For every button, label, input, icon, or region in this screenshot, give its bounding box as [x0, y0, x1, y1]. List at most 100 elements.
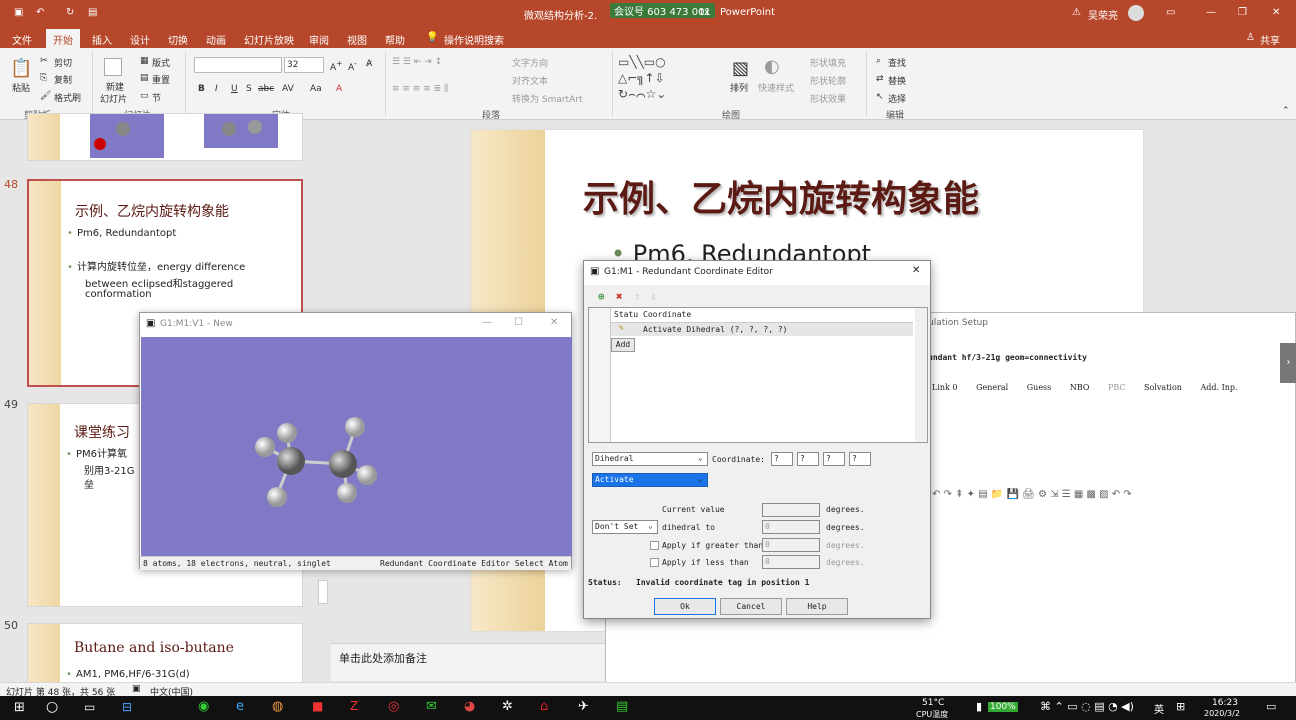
tab-insert[interactable]: 插入	[92, 32, 112, 47]
wechat-icon[interactable]: ✉	[426, 699, 437, 714]
reset-button[interactable]: 重置	[152, 73, 170, 86]
tell-me-search[interactable]: 操作说明搜索	[444, 32, 504, 47]
align-text-button[interactable]: 对齐文本	[512, 74, 548, 87]
chrome-icon[interactable]: ◍	[272, 699, 283, 714]
cut-button[interactable]: 剪切	[54, 56, 72, 69]
clock-date[interactable]: 2020/3/2	[1204, 709, 1240, 719]
table-row[interactable]: ✎ Activate Dihedral (?, ?, ?, ?)	[611, 322, 913, 336]
avatar[interactable]	[1128, 5, 1144, 21]
align-icons[interactable]: ≡ ≡ ≡ ≡ ≣ ⫼	[392, 84, 448, 94]
find-button[interactable]: 查找	[888, 56, 906, 69]
editor-titlebar[interactable]: ▣ G1:M1 - Redundant Coordinate Editor ✕	[584, 261, 930, 285]
tab-design[interactable]: 设计	[130, 32, 150, 47]
redundant-coordinate-editor[interactable]: ▣ G1:M1 - Redundant Coordinate Editor ✕ …	[583, 260, 931, 619]
paste-button[interactable]: 粘贴	[12, 81, 30, 94]
ime-indicator[interactable]: 英	[1154, 701, 1164, 716]
coord-atom-3[interactable]: ?	[823, 452, 845, 466]
tab-guess[interactable]: Guess	[1027, 383, 1052, 392]
change-case-button[interactable]: Aa	[310, 84, 322, 94]
help-button[interactable]: Help	[786, 598, 848, 615]
table-scrollbar[interactable]	[915, 308, 927, 442]
font-size-combo[interactable]: 32	[284, 57, 324, 73]
section-button[interactable]: 节	[152, 91, 161, 104]
side-arrow-button[interactable]: ›	[1280, 343, 1296, 383]
quick-styles-icon[interactable]: ◐	[764, 56, 780, 77]
apply-greater-checkbox[interactable]	[650, 541, 659, 550]
app-green-icon[interactable]: ◉	[198, 699, 209, 714]
italic-button[interactable]: I	[215, 84, 218, 94]
filezilla-icon[interactable]: Z	[350, 699, 358, 713]
tab-transitions[interactable]: 切换	[168, 32, 188, 47]
notifications-icon[interactable]: ▭	[1266, 700, 1276, 713]
quick-styles-button[interactable]: 快速样式	[758, 81, 794, 94]
paste-icon[interactable]: 📋	[10, 58, 32, 79]
apply-less-checkbox[interactable]	[650, 558, 659, 567]
tab-slideshow[interactable]: 幻灯片放映	[244, 32, 294, 47]
share-button[interactable]: 共享	[1260, 32, 1280, 47]
coord-atom-2[interactable]: ?	[797, 452, 819, 466]
tab-nbo[interactable]: NBO	[1070, 383, 1090, 392]
tab-view[interactable]: 视图	[347, 32, 367, 47]
reset-icon[interactable]: ▤	[140, 73, 149, 83]
molecule-window[interactable]: ▣ G1:M1:V1 - New — ☐ ✕ 8 atoms, 18 elect…	[139, 312, 572, 570]
char-spacing-button[interactable]: AV	[282, 84, 294, 94]
ok-button[interactable]: Ok	[654, 598, 716, 615]
type-select[interactable]: Dihedral	[592, 452, 708, 466]
dihedral-to-field[interactable]: 0	[762, 520, 820, 534]
greater-field[interactable]: 0	[762, 538, 820, 552]
molecule-canvas[interactable]	[141, 337, 572, 556]
gaussview-icon[interactable]: ✲	[502, 699, 513, 714]
toolbar-icons[interactable]: ↶ ↷ ⇞ ✦ ▤ 📁 💾 🖨 ⚙ ⇲ ☰ ▦ ▩ ▨ ↶ ↷	[932, 489, 1132, 500]
text-direction-button[interactable]: 文字方向	[512, 56, 548, 69]
replace-button[interactable]: 替换	[888, 74, 906, 87]
font-color-button[interactable]: A	[336, 84, 342, 94]
arrange-icon[interactable]: ▧	[732, 58, 749, 79]
keyboard-icon[interactable]: ⊞	[1176, 700, 1185, 713]
maximize-icon[interactable]: ☐	[514, 317, 523, 328]
select-button[interactable]: 选择	[888, 92, 906, 105]
spellcheck-icon[interactable]: ▣	[132, 684, 141, 694]
edge-icon[interactable]: e	[236, 699, 244, 714]
copy-button[interactable]: 复制	[54, 73, 72, 86]
tab-general[interactable]: General	[976, 383, 1008, 392]
section-icon[interactable]: ▭	[140, 91, 149, 101]
save-icon[interactable]: ▣	[14, 7, 23, 18]
shrink-font-icon[interactable]: A-	[348, 59, 357, 73]
add-row-icon[interactable]: ⊕	[598, 290, 605, 303]
move-up-icon[interactable]: ⇧	[634, 290, 641, 303]
strikethrough-button[interactable]: abc	[258, 84, 274, 94]
bold-button[interactable]: B	[198, 84, 205, 94]
warning-icon[interactable]: ⚠	[1072, 7, 1081, 18]
shape-fill-button[interactable]: 形状填充	[810, 56, 846, 69]
chevron-down-icon[interactable]: ⌄	[698, 453, 703, 462]
app-icon-misc[interactable]: ✈	[578, 699, 589, 714]
ribbon-options-icon[interactable]: ▭	[1166, 7, 1175, 18]
arrange-button[interactable]: 排列	[730, 81, 748, 94]
pdf-icon[interactable]: ⌂	[540, 699, 548, 714]
app-icon-doc[interactable]: ▤	[616, 699, 628, 714]
format-painter-button[interactable]: 格式刷	[54, 91, 81, 104]
slide-title[interactable]: 示例、乙烷内旋转构象能	[583, 170, 979, 222]
close-icon[interactable]: ✕	[550, 317, 558, 328]
tab-home[interactable]: 开始	[46, 29, 80, 48]
chevron-down-icon[interactable]: ⌄	[648, 521, 653, 530]
ethane-model[interactable]	[141, 337, 572, 556]
shape-effects-button[interactable]: 形状效果	[810, 92, 846, 105]
task-view-icon[interactable]: ▭	[84, 700, 95, 714]
tab-review[interactable]: 审阅	[309, 32, 329, 47]
tab-animations[interactable]: 动画	[206, 32, 226, 47]
copy-icon[interactable]: ⎘	[40, 73, 47, 83]
font-name-combo[interactable]	[194, 57, 282, 73]
layout-icon[interactable]: ▦	[140, 56, 149, 66]
shapes-gallery[interactable]: ▭╲╲▭○ △⌐╗↑⇩ ↻⌢⌒☆⌄	[618, 54, 722, 104]
collapse-ribbon-icon[interactable]: ⌃	[1282, 106, 1290, 116]
thumbnail-50[interactable]: Butane and iso-butane AM1, PM6,HF/6-31G(…	[27, 623, 303, 683]
new-slide-label2[interactable]: 幻灯片	[100, 92, 127, 105]
coord-atom-4[interactable]: ?	[849, 452, 871, 466]
shadow-button[interactable]: S	[246, 84, 252, 94]
scrollbar-thumb[interactable]	[318, 580, 328, 604]
tab-add-inp[interactable]: Add. Inp.	[1200, 383, 1237, 392]
smartart-button[interactable]: 转换为 SmartArt	[512, 92, 582, 105]
search-icon[interactable]: ○	[46, 699, 58, 715]
underline-button[interactable]: U	[231, 84, 238, 94]
